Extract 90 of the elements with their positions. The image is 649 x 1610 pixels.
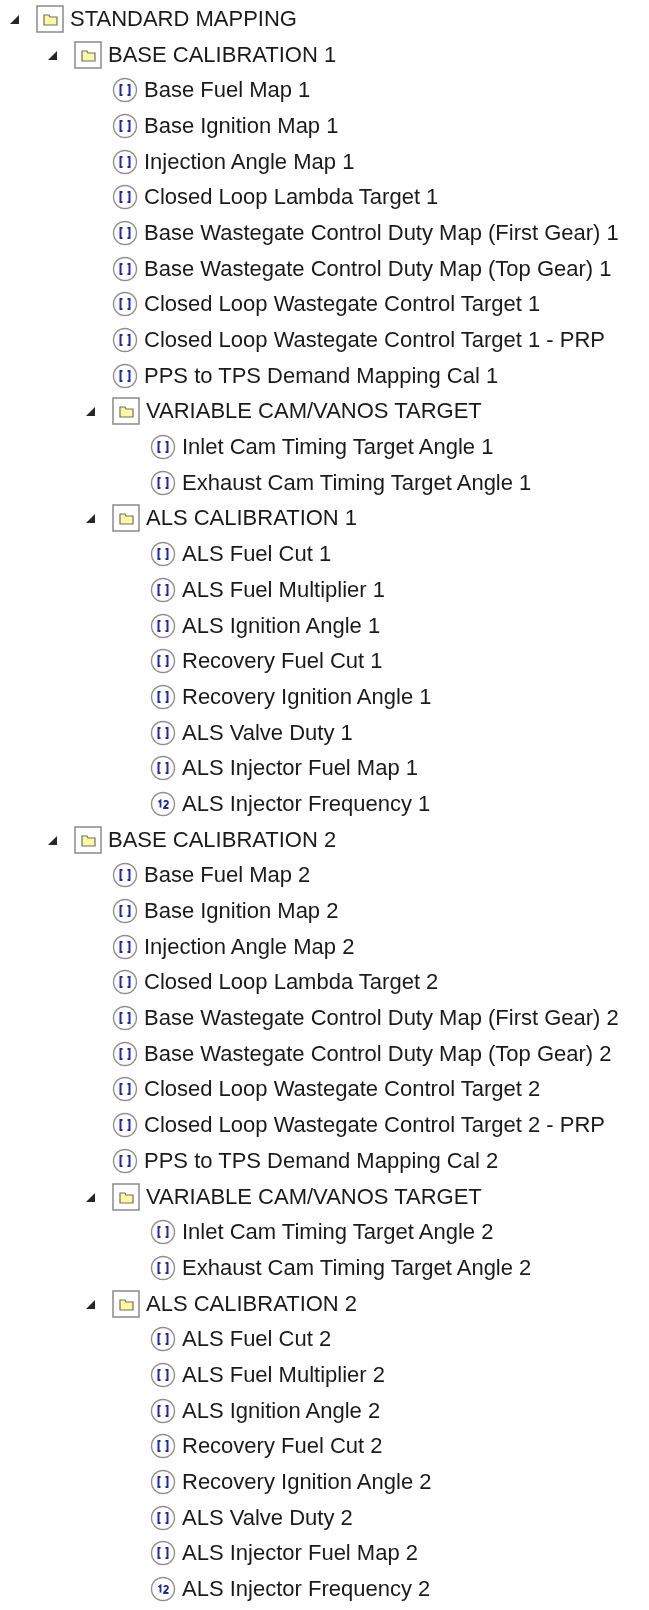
table-map-icon — [150, 434, 176, 461]
folder-icon — [36, 4, 64, 33]
tree-item-label[interactable]: ALS CALIBRATION 2 — [146, 1292, 358, 1315]
tree-item-label[interactable]: Exhaust Cam Timing Target Angle 1 — [182, 471, 532, 494]
tree-item-label[interactable]: Inlet Cam Timing Target Angle 1 — [182, 436, 494, 459]
tree-item-label[interactable]: Closed Loop Lambda Target 1 — [144, 186, 439, 209]
tree-item-label[interactable]: ALS Ignition Angle 2 — [182, 1399, 381, 1422]
table-map-icon — [112, 291, 138, 318]
table-map-icon — [150, 1397, 176, 1424]
table-map-icon — [112, 77, 138, 104]
table-map-icon — [112, 327, 138, 354]
tree-item-label[interactable]: ALS Fuel Cut 1 — [182, 543, 332, 566]
tree-item-label[interactable]: Base Wastegate Control Duty Map (First Gear) 1 — [144, 221, 619, 244]
tree-item-label[interactable]: PPS to TPS Demand Mapping Cal 1 — [144, 364, 499, 387]
table-map-icon — [150, 576, 176, 603]
table-map-icon — [112, 184, 138, 211]
tree-item-label[interactable]: ALS Injector Frequency 2 — [182, 1578, 431, 1601]
table-map-icon — [150, 648, 176, 675]
table-map-icon — [112, 362, 138, 389]
table-map-icon — [112, 862, 138, 889]
table-map-icon — [112, 219, 138, 246]
tree-item-label[interactable]: BASE CALIBRATION 2 — [108, 828, 337, 851]
tree-item-label[interactable]: Base Wastegate Control Duty Map (Top Gear) 2 — [144, 1042, 612, 1065]
table-map-icon — [150, 1254, 176, 1281]
tree-item-label[interactable]: ALS Fuel Multiplier 1 — [182, 578, 385, 601]
scalar-icon — [150, 1576, 176, 1603]
tree-item-label[interactable]: Base Ignition Map 2 — [144, 900, 339, 923]
tree-item-label[interactable]: Closed Loop Wastegate Control Target 1 — [144, 293, 541, 316]
tree-item-label[interactable]: ALS Ignition Angle 1 — [182, 614, 381, 637]
tree-item-label[interactable]: ALS Fuel Multiplier 2 — [182, 1363, 385, 1386]
table-map-icon — [112, 1147, 138, 1174]
tree-item-label[interactable]: VARIABLE CAM/VANOS TARGET — [146, 1185, 482, 1208]
folder-icon — [112, 1289, 140, 1318]
tree-item-label[interactable]: Base Wastegate Control Duty Map (Top Gear) 1 — [144, 257, 612, 280]
table-map-icon — [150, 719, 176, 746]
table-map-icon — [150, 541, 176, 568]
table-map-icon — [150, 1469, 176, 1496]
tree-item-label[interactable]: Recovery Ignition Angle 1 — [182, 685, 432, 708]
table-map-icon — [150, 1326, 176, 1353]
table-map-icon — [112, 969, 138, 996]
tree-item-label[interactable]: ALS Injector Frequency 1 — [182, 792, 431, 815]
folder-icon — [74, 40, 102, 69]
table-map-icon — [150, 755, 176, 782]
table-map-icon — [112, 255, 138, 282]
tree-item-label[interactable]: ALS CALIBRATION 1 — [146, 507, 358, 530]
tree-item-label[interactable]: Recovery Fuel Cut 1 — [182, 650, 383, 673]
tree-item-label[interactable]: BASE CALIBRATION 1 — [108, 43, 337, 66]
tree-item-label[interactable]: Closed Loop Lambda Target 2 — [144, 971, 439, 994]
tree-item-label[interactable]: Closed Loop Wastegate Control Target 2 - PRP — [144, 1114, 606, 1137]
tree-item-label[interactable]: Injection Angle Map 2 — [144, 935, 355, 958]
table-map-icon — [150, 612, 176, 639]
table-map-icon — [150, 469, 176, 496]
tree-item-label[interactable]: Base Wastegate Control Duty Map (First Gear) 2 — [144, 1007, 619, 1030]
scalar-icon — [150, 790, 176, 817]
tree-item-label[interactable]: Recovery Fuel Cut 2 — [182, 1435, 383, 1458]
tree-item-label[interactable]: Closed Loop Wastegate Control Target 1 - PRP — [144, 329, 606, 352]
tree-item-label[interactable]: STANDARD MAPPING — [70, 7, 297, 30]
table-map-icon — [112, 148, 138, 175]
tree-item-label[interactable]: ALS Fuel Cut 2 — [182, 1328, 332, 1351]
table-map-icon — [150, 1219, 176, 1246]
tree-item-label[interactable]: Base Fuel Map 1 — [144, 79, 311, 102]
tree-item-label[interactable]: Base Fuel Map 2 — [144, 864, 311, 887]
tree-item-label[interactable]: ALS Injector Fuel Map 1 — [182, 757, 418, 780]
folder-icon — [112, 1182, 140, 1211]
table-map-icon — [150, 1361, 176, 1388]
folder-icon — [112, 397, 140, 426]
table-map-icon — [150, 1433, 176, 1460]
tree-item-label[interactable]: VARIABLE CAM/VANOS TARGET — [146, 400, 482, 423]
tree-item-label[interactable]: ALS Valve Duty 2 — [182, 1506, 353, 1529]
table-map-icon — [112, 933, 138, 960]
table-map-icon — [150, 1504, 176, 1531]
folder-icon — [74, 825, 102, 854]
tree-item-label[interactable]: ALS Valve Duty 1 — [182, 721, 353, 744]
tree-item-label[interactable]: ALS Injector Fuel Map 2 — [182, 1542, 418, 1565]
tree-item-label[interactable]: Injection Angle Map 1 — [144, 150, 355, 173]
table-map-icon — [112, 1076, 138, 1103]
tree-item-label[interactable]: Closed Loop Wastegate Control Target 2 — [144, 1078, 541, 1101]
tree-item-label[interactable]: Exhaust Cam Timing Target Angle 2 — [182, 1256, 532, 1279]
tree-item-label[interactable]: PPS to TPS Demand Mapping Cal 2 — [144, 1149, 499, 1172]
tree-item-label[interactable]: Recovery Ignition Angle 2 — [182, 1471, 432, 1494]
table-map-icon — [150, 1540, 176, 1567]
tree-item-label[interactable]: Inlet Cam Timing Target Angle 2 — [182, 1221, 494, 1244]
tree-item-label[interactable]: Base Ignition Map 1 — [144, 114, 339, 137]
folder-icon — [112, 504, 140, 533]
table-map-icon — [112, 1112, 138, 1139]
table-map-icon — [112, 898, 138, 925]
table-map-icon — [150, 683, 176, 710]
table-map-icon — [112, 112, 138, 139]
table-map-icon — [112, 1005, 138, 1032]
table-map-icon — [112, 1040, 138, 1067]
